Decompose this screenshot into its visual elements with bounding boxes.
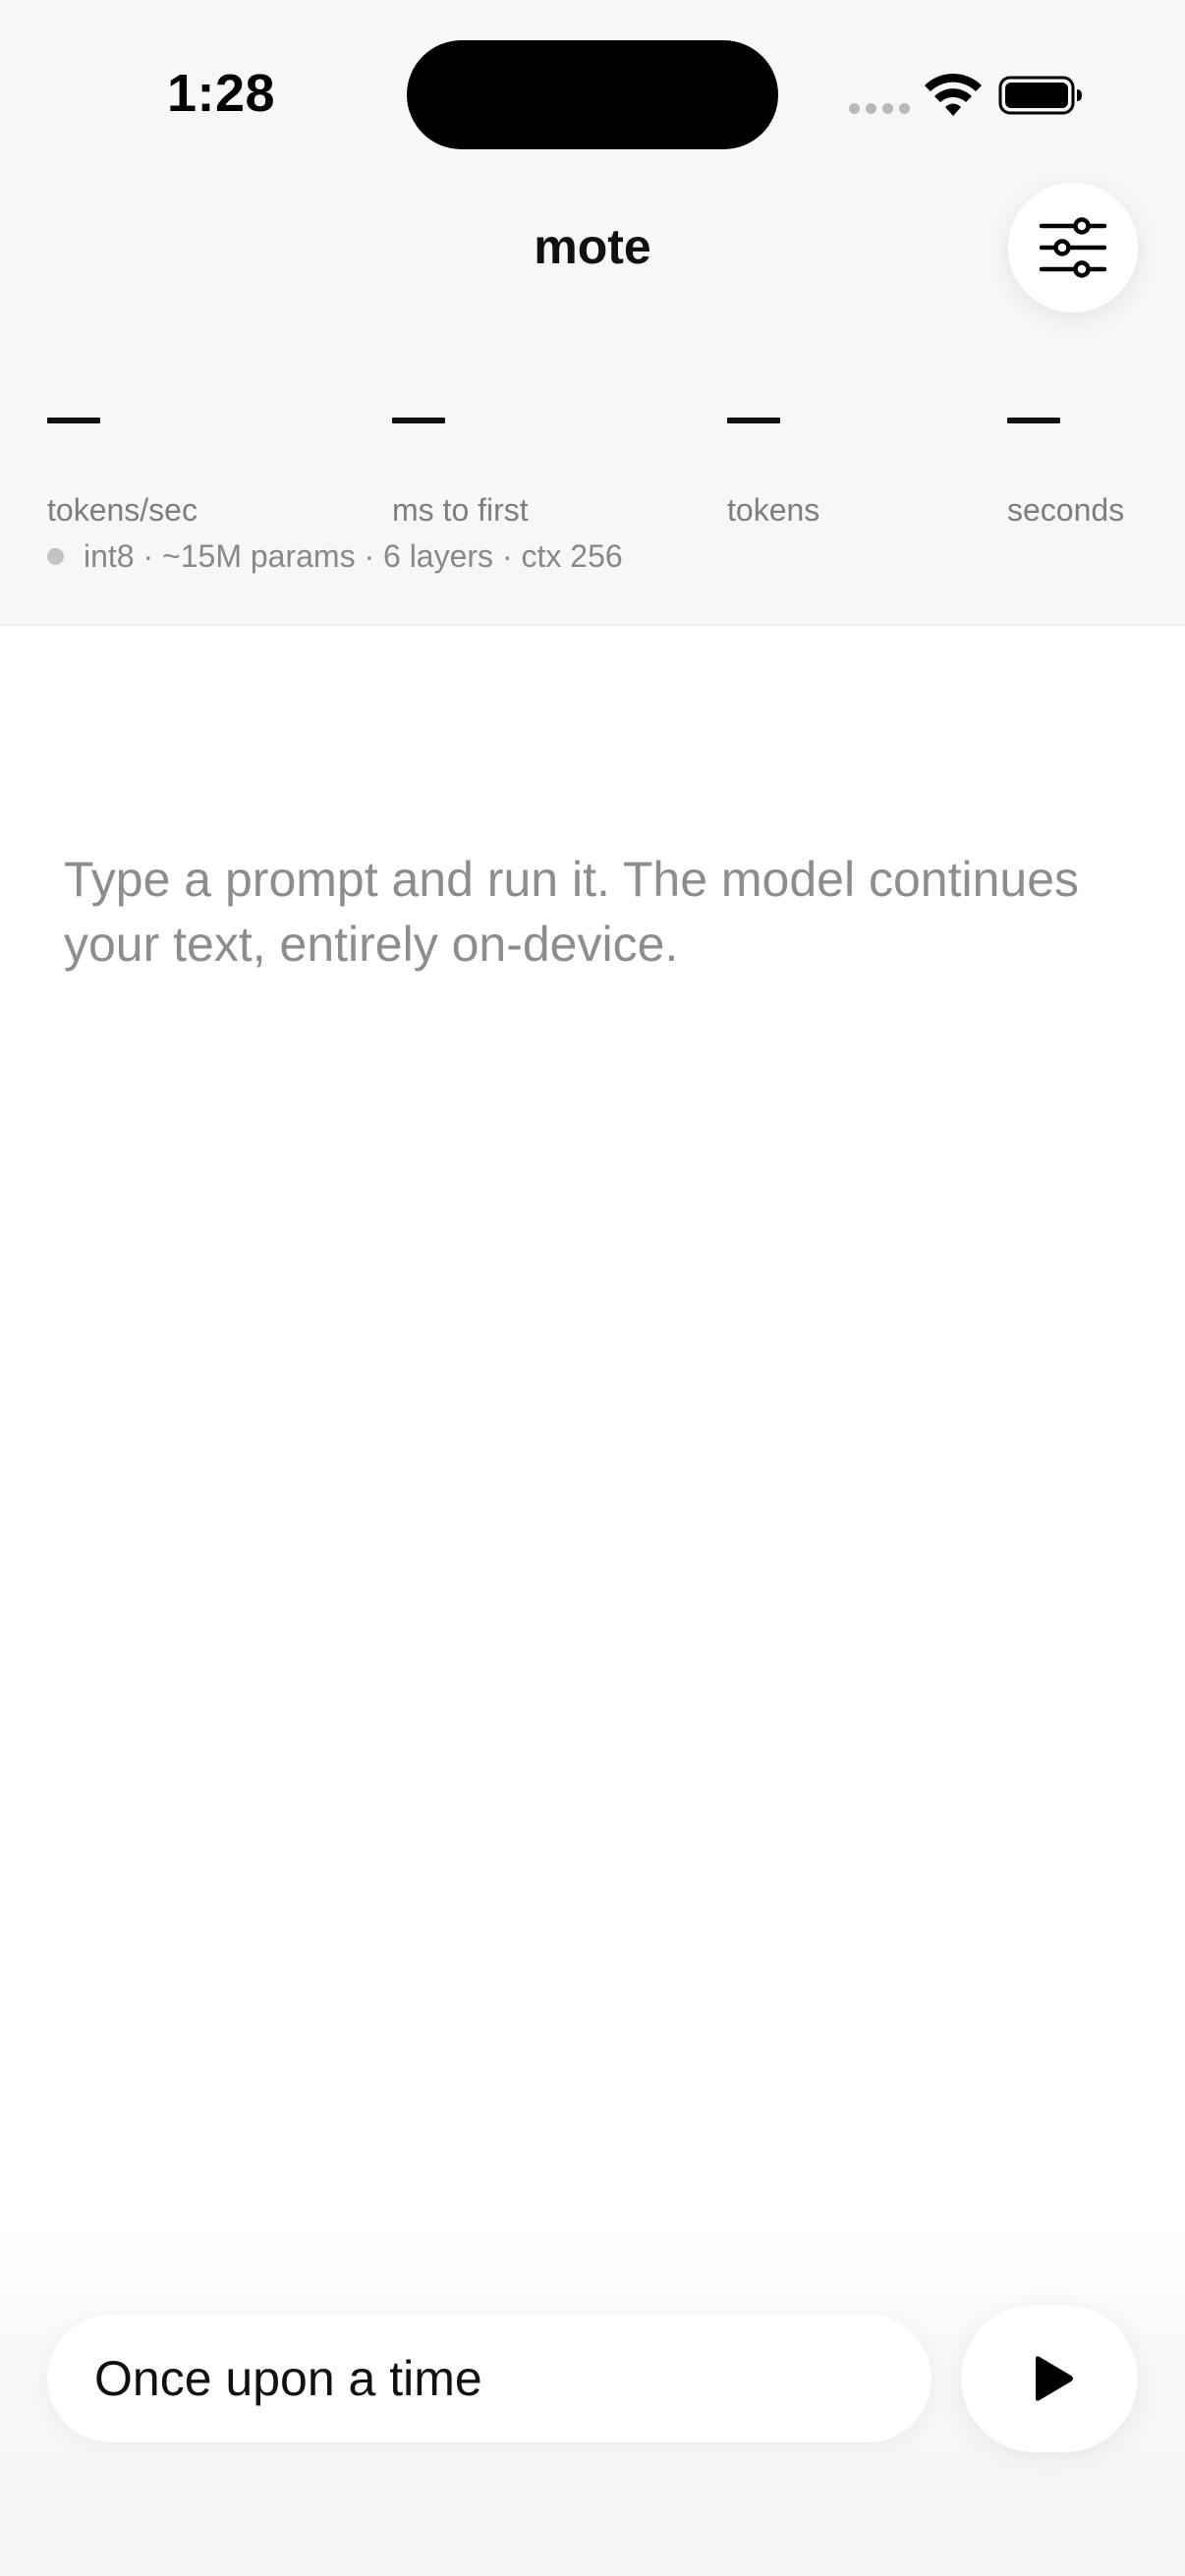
app-screen: 1:28 mote tokens/sec ms to first tokens …	[0, 0, 1185, 2576]
stat-tokens: tokens	[727, 418, 819, 529]
stat-value	[727, 418, 819, 465]
stat-seconds: seconds	[1007, 418, 1124, 529]
model-info-text: int8 · ~15M params · 6 layers · ctx 256	[84, 538, 623, 574]
stat-label: seconds	[1007, 492, 1125, 528]
settings-button[interactable]	[1008, 183, 1138, 312]
status-time: 1:28	[167, 64, 276, 123]
play-icon	[1036, 2356, 1073, 2401]
status-dot-icon	[47, 548, 64, 565]
stat-value	[392, 418, 529, 465]
stat-label: tokens	[727, 492, 820, 528]
stat-value	[1007, 418, 1124, 465]
sliders-icon	[1039, 217, 1107, 278]
cellular-signal-icon	[849, 103, 910, 114]
stat-label: tokens/sec	[47, 492, 198, 528]
model-info: int8 · ~15M params · 6 layers · ctx 256	[47, 538, 623, 575]
battery-icon	[998, 76, 1082, 115]
stat-value	[47, 418, 198, 465]
stat-tokens-per-sec: tokens/sec	[47, 418, 198, 529]
dynamic-island	[407, 40, 778, 149]
run-button[interactable]	[961, 2305, 1138, 2452]
prompt-input[interactable]	[47, 2315, 931, 2442]
wifi-icon	[925, 73, 982, 116]
header-area: 1:28 mote tokens/sec ms to first tokens …	[0, 0, 1185, 626]
output-placeholder: Type a prompt and run it. The model cont…	[64, 852, 1080, 972]
stat-ms-to-first: ms to first	[392, 418, 529, 529]
stat-label: ms to first	[392, 492, 529, 528]
